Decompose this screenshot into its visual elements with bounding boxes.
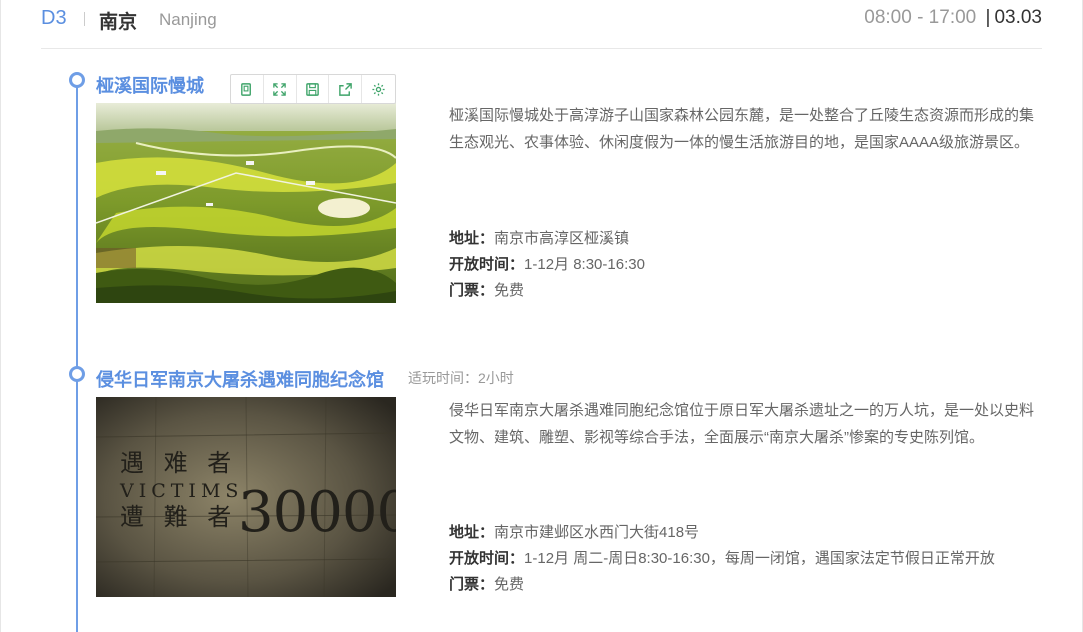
ticket-row: 门票：免费 (449, 572, 1044, 598)
spot-title[interactable]: 桠溪国际慢城 (96, 72, 204, 98)
memorial-wall-image: 遇 难 者 VICTIMS 遭 難 者 300000 (96, 397, 396, 597)
hours-range: 08:00 - 17:00 (864, 7, 977, 28)
timeline-dot-1 (69, 72, 85, 88)
share-icon[interactable] (329, 75, 363, 103)
timeline-dot-2 (69, 366, 85, 382)
address-row: 地址：南京市高淳区桠溪镇 (449, 226, 1044, 252)
save-icon[interactable] (297, 75, 330, 103)
fullscreen-icon[interactable] (264, 75, 297, 103)
hours-row: 开放时间：1-12月 周二-周日8:30-16:30，每周一闭馆，遇国家法定节假… (449, 546, 1044, 572)
yaxi-landscape-image (96, 103, 396, 303)
address-value: 南京市高淳区桠溪镇 (494, 230, 630, 247)
ticket-value: 免费 (494, 282, 525, 299)
memorial-text-line2: VICTIMS (119, 480, 243, 502)
address-label: 地址： (449, 230, 495, 247)
spot-description: 桠溪国际慢城处于高淳游子山国家森林公园东麓，是一处整合了丘陵生态资源而形成的集生… (449, 107, 1035, 151)
ticket-row: 门票：免费 (449, 278, 1044, 304)
spot-title[interactable]: 侵华日军南京大屠杀遇难同胞纪念馆 (96, 366, 384, 392)
hours-label: 开放时间： (449, 256, 525, 273)
hours-separator: | (985, 7, 991, 28)
address-value: 南京市建邺区水西门大街418号 (494, 524, 700, 541)
timeline-line (76, 80, 78, 632)
address-row: 地址：南京市建邺区水西门大街418号 (449, 520, 1044, 546)
spot-photo-yaxi[interactable] (96, 103, 396, 303)
memorial-number: 300000 (238, 480, 396, 545)
hours-value: 1-12月 周二-周日8:30-16:30，每周一闭馆，遇国家法定节假日正常开放 (524, 550, 995, 567)
day-date: 03.03 (994, 7, 1042, 28)
address-label: 地址： (449, 524, 495, 541)
spot-description: 侵华日军南京大屠杀遇难同胞纪念馆位于原日军大屠杀遗址之一的万人坑，是一处以史料文… (449, 402, 1035, 446)
spot-info: 地址：南京市建邺区水西门大街418号 开放时间：1-12月 周二-周日8:30-… (449, 520, 1044, 598)
memorial-text-line3: 遭 難 者 (120, 503, 237, 531)
memorial-text-line1: 遇 难 者 (120, 449, 237, 477)
ticket-value: 免费 (494, 576, 525, 593)
spot-duration: 适玩时间：2小时 (408, 370, 514, 386)
hours-row: 开放时间：1-12月 8:30-16:30 (449, 252, 1044, 278)
image-toolbar (230, 74, 396, 104)
frame-left-border (0, 0, 1, 632)
hours-value: 1-12月 8:30-16:30 (524, 256, 645, 273)
city-name-en: Nanjing (159, 10, 217, 29)
ticket-label: 门票： (449, 576, 495, 593)
settings-icon[interactable] (362, 75, 395, 103)
header-divider (84, 12, 85, 26)
day-header: D3 南京 Nanjing 08:00 - 17:00 | 03.03 (41, 0, 1042, 49)
day-tag: D3 (41, 7, 67, 29)
spot-photo-memorial[interactable]: 遇 难 者 VICTIMS 遭 難 者 300000 (96, 397, 396, 597)
copy-icon[interactable] (231, 75, 264, 103)
hours-label: 开放时间： (449, 550, 525, 567)
day-hours: 08:00 - 17:00 | 03.03 (864, 7, 1042, 29)
spot-info: 地址：南京市高淳区桠溪镇 开放时间：1-12月 8:30-16:30 门票：免费 (449, 226, 1044, 304)
ticket-label: 门票： (449, 282, 495, 299)
city-name-cn: 南京 (99, 12, 138, 33)
